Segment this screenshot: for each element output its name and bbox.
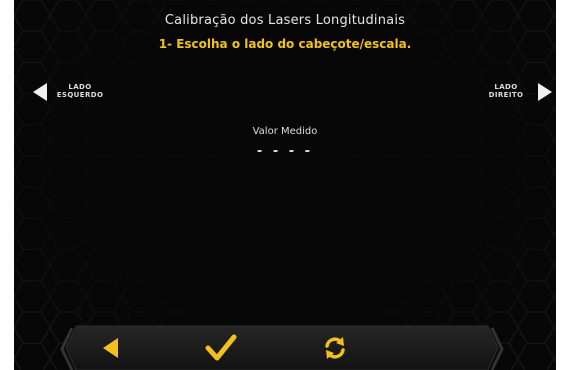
left-arrow-icon <box>33 83 47 101</box>
measured-value: - - - - <box>256 144 314 159</box>
instruction-text: 1- Escolha o lado do cabeçote/escala. <box>158 37 412 51</box>
back-arrow-icon <box>103 338 118 358</box>
refresh-icon <box>325 337 345 359</box>
right-side-line2: DIREITO <box>488 91 524 99</box>
confirm-button[interactable] <box>204 333 238 363</box>
right-arrow-icon <box>538 83 552 101</box>
page-title: Calibração dos Lasers Longitudinais <box>164 13 406 28</box>
left-side-label: LADO ESQUERDO <box>50 83 110 99</box>
hexagon-background <box>14 0 556 370</box>
back-button[interactable] <box>98 335 126 361</box>
left-side-button[interactable]: LADO ESQUERDO <box>32 80 142 104</box>
right-side-button[interactable]: LADO DIREITO <box>484 80 554 104</box>
bottom-toolbar <box>14 322 556 370</box>
right-side-label: LADO DIREITO <box>484 83 528 99</box>
measured-value-label: Valor Medido <box>252 126 318 137</box>
right-side-line1: LADO <box>494 83 518 91</box>
checkmark-icon <box>205 334 237 361</box>
toolbar-frame <box>60 325 504 370</box>
refresh-button[interactable] <box>321 334 349 362</box>
left-side-line2: ESQUERDO <box>56 91 104 99</box>
left-side-line1: LADO <box>68 83 92 91</box>
screen: Calibração dos Lasers Longitudinais 1- E… <box>14 0 556 370</box>
